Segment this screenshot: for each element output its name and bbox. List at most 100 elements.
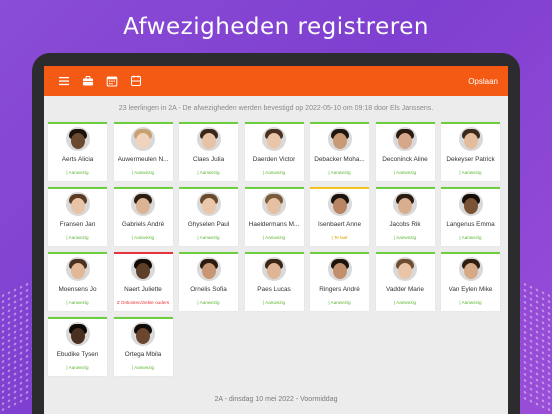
student-avatar xyxy=(196,257,221,281)
class-date-footer: 2A - dinsdag 10 mei 2022 - Voormiddag xyxy=(214,395,338,403)
student-card[interactable]: Ghyselen Paul | Aanwezig xyxy=(179,187,238,246)
student-avatar xyxy=(458,257,483,281)
student-name: Paes Lucas xyxy=(257,286,291,293)
student-card[interactable]: Ebudike Tysen | Aanwezig xyxy=(48,317,107,376)
student-name: Ortega Mbila xyxy=(124,351,162,358)
student-name: Vadder Marie xyxy=(386,286,424,293)
student-card[interactable]: Ortega Mbila | Aanwezig xyxy=(113,317,173,376)
attendance-status: | Aanwezig xyxy=(131,170,155,175)
student-name: Haeldermans M... xyxy=(248,221,300,228)
student-grid: Aerts Alicia | Aanwezig Auwermeulen N... | … xyxy=(44,120,508,376)
student-card[interactable]: Haeldermans M... | Aanwezig xyxy=(244,187,304,246)
attendance-status: | Aanwezig xyxy=(459,170,482,175)
student-avatar xyxy=(327,192,352,216)
student-avatar xyxy=(65,192,90,216)
student-avatar xyxy=(131,192,155,216)
attendance-status: | Aanwezig xyxy=(66,365,89,370)
student-name: Isenbaert Anne xyxy=(318,221,361,228)
student-avatar xyxy=(393,127,417,151)
student-card[interactable]: Langenus Emma | Aanwezig xyxy=(441,187,500,246)
student-avatar xyxy=(262,127,286,151)
attendance-status: | Aanwezig xyxy=(197,170,220,175)
attendance-status: | Aanwezig xyxy=(459,300,482,305)
attendance-status: | Aanwezig xyxy=(393,300,417,305)
save-button[interactable]: Opslaan xyxy=(468,77,500,86)
attendance-status: | Aanwezig xyxy=(262,170,286,175)
student-avatar xyxy=(196,127,221,151)
student-avatar xyxy=(327,127,352,151)
student-name: Aerts Alicia xyxy=(61,156,94,163)
attendance-status: Z Onkosten/ziekte ouders xyxy=(116,300,170,305)
student-name: Moensens Jo xyxy=(58,286,97,293)
student-card[interactable]: Debacker Moha... | Aanwezig xyxy=(310,122,369,181)
student-card[interactable]: Paes Lucas | Aanwezig xyxy=(244,252,304,311)
student-card[interactable]: Claes Julia | Aanwezig xyxy=(179,122,238,181)
attendance-status: | Aanwezig xyxy=(328,170,351,175)
student-card[interactable]: Deconinck Aline | Aanwezig xyxy=(375,122,435,181)
student-avatar xyxy=(65,322,90,346)
student-card[interactable]: Gabriels André | Aanwezig xyxy=(113,187,173,246)
attendance-status: | Aanwezig xyxy=(459,235,482,240)
student-avatar xyxy=(458,127,483,151)
confirmation-status: 23 leerlingen in 2A - De afwezigheden we… xyxy=(118,104,434,112)
attendance-status: | Aanwezig xyxy=(66,300,89,305)
student-card[interactable]: Dekeyser Patrick | Aanwezig xyxy=(441,122,500,181)
student-card[interactable]: Moensens Jo | Aanwezig xyxy=(48,252,107,311)
attendance-status: | Te laat xyxy=(331,235,348,240)
student-name: Langenus Emma xyxy=(446,221,495,228)
toolbar: Opslaan xyxy=(44,66,508,96)
student-name: Auwermeulen N... xyxy=(117,156,169,163)
attendance-status: | Aanwezig xyxy=(131,235,155,240)
student-avatar xyxy=(131,257,155,281)
student-card-icon[interactable] xyxy=(124,66,148,96)
student-name: Fransen Jan xyxy=(59,221,96,228)
attendance-status: | Aanwezig xyxy=(328,300,351,305)
student-card[interactable]: Daerden Victor | Aanwezig xyxy=(244,122,304,181)
student-name: Ringers André xyxy=(319,286,360,293)
student-card[interactable]: Auwermeulen N... | Aanwezig xyxy=(113,122,173,181)
student-card[interactable]: Jacobs Rik | Aanwezig xyxy=(375,187,435,246)
student-name: Van Eylen Mike xyxy=(448,286,493,293)
menu-icon[interactable] xyxy=(52,66,76,96)
attendance-status: | Aanwezig xyxy=(66,235,89,240)
student-avatar xyxy=(65,257,90,281)
student-card[interactable]: Ringers André | Aanwezig xyxy=(310,252,369,311)
student-name: Jacobs Rik xyxy=(389,221,421,228)
student-avatar xyxy=(196,192,221,216)
student-card[interactable]: Van Eylen Mike | Aanwezig xyxy=(441,252,500,311)
attendance-status: | Aanwezig xyxy=(66,170,89,175)
student-card[interactable]: Naert Juliette Z Onkosten/ziekte ouders xyxy=(113,252,173,311)
student-name: Ghyselen Paul xyxy=(187,221,230,228)
student-name: Daerden Victor xyxy=(252,156,296,163)
attendance-status: | Aanwezig xyxy=(262,235,286,240)
attendance-status: | Aanwezig xyxy=(262,300,286,305)
student-name: Deconinck Aline xyxy=(382,156,428,163)
student-name: Ornelis Sofia xyxy=(190,286,227,293)
student-avatar xyxy=(262,192,286,216)
student-card[interactable]: Vadder Marie | Aanwezig xyxy=(375,252,435,311)
student-card[interactable]: Isenbaert Anne | Te laat xyxy=(310,187,369,246)
marketing-headline: Afwezigheden registreren xyxy=(123,14,429,40)
app-screen: Opslaan 23 leerlingen in 2A - De afwezig… xyxy=(44,66,508,414)
student-name: Dekeyser Patrick xyxy=(446,156,495,163)
student-card[interactable]: Fransen Jan | Aanwezig xyxy=(48,187,107,246)
student-avatar xyxy=(131,322,155,346)
attendance-status: | Aanwezig xyxy=(393,170,417,175)
student-card[interactable]: Aerts Alicia | Aanwezig xyxy=(48,122,107,181)
attendance-status: | Aanwezig xyxy=(393,235,417,240)
student-name: Debacker Moha... xyxy=(314,156,365,163)
student-avatar xyxy=(327,257,352,281)
student-name: Naert Juliette xyxy=(124,286,162,293)
student-avatar xyxy=(458,192,483,216)
student-avatar xyxy=(131,127,155,151)
student-name: Gabriels André xyxy=(121,221,165,228)
student-avatar xyxy=(393,192,417,216)
briefcase-icon[interactable] xyxy=(76,66,100,96)
student-card[interactable]: Ornelis Sofia | Aanwezig xyxy=(179,252,238,311)
attendance-status: | Aanwezig xyxy=(197,300,220,305)
calendar-icon[interactable] xyxy=(100,66,124,96)
student-avatar xyxy=(393,257,417,281)
attendance-status: | Aanwezig xyxy=(197,235,220,240)
student-avatar xyxy=(65,127,90,151)
student-name: Claes Julia xyxy=(192,156,225,163)
